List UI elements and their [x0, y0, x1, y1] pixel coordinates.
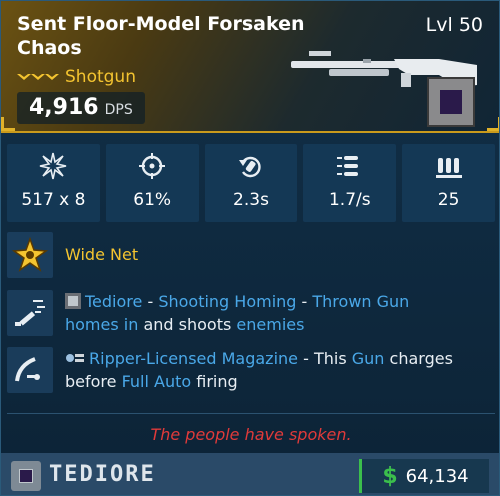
rarity-row: Shotgun	[17, 67, 136, 87]
money-icon: $	[382, 463, 398, 489]
perk-wide-net-label: Wide Net	[65, 245, 139, 264]
stat-accuracy: 61%	[105, 144, 199, 222]
stat-magazine-value: 25	[437, 190, 460, 210]
ripper-sep: - This	[298, 349, 352, 368]
damage-burst-icon	[40, 152, 67, 180]
dps-badge: 4,916 DPS	[17, 92, 145, 124]
stat-damage: 517 x 8	[7, 144, 100, 222]
magazine-ammo-icon	[435, 158, 462, 178]
dps-value: 4,916	[29, 95, 99, 120]
stat-reload-value: 2.3s	[233, 190, 269, 210]
perk-ripper-text: Ripper-Licensed Magazine - This Gun char…	[65, 347, 453, 393]
stat-fire-rate-value: 1.7/s	[328, 190, 371, 210]
item-footer: TEDIORE $ 64,134	[1, 453, 499, 495]
stat-fire-rate: 1.7/s	[303, 144, 397, 222]
charge-magazine-icon	[7, 347, 53, 393]
item-name: Sent Floor-Model Forsaken Chaos	[17, 13, 305, 59]
reload-time-icon	[238, 156, 261, 178]
corner-accent-left	[1, 117, 15, 131]
ripper-full-auto: Full Auto	[121, 372, 192, 391]
tediore-sep-2: -	[296, 292, 313, 311]
tediore-sep-1: -	[142, 292, 159, 311]
tediore-homes-in: homes in	[65, 315, 139, 334]
price-box: $ 64,134	[359, 459, 489, 493]
dps-unit: DPS	[104, 102, 133, 118]
element-box-icon	[427, 77, 475, 127]
perk-ripper: Ripper-Licensed Magazine - This Gun char…	[7, 347, 495, 393]
weapon-type: Shotgun	[65, 67, 136, 87]
tediore-brand: Tediore	[85, 292, 143, 311]
stat-magazine: 25	[402, 144, 495, 222]
ripper-charges: charges	[384, 349, 453, 368]
tediore-and-shoots: and shoots	[138, 315, 237, 334]
stat-damage-value: 517 x 8	[21, 190, 86, 210]
manufacturer-name: TEDIORE	[49, 462, 156, 487]
ripper-gun: Gun	[351, 349, 385, 368]
price-value: 64,134	[405, 465, 469, 487]
corner-accent-right	[487, 117, 499, 131]
tediore-enemies: enemies	[236, 315, 305, 334]
tediore-small-icon	[65, 293, 81, 309]
stat-accuracy-value: 61%	[133, 190, 172, 210]
ripper-name: Ripper-Licensed Magazine	[89, 349, 299, 368]
stat-reload: 2.3s	[204, 144, 298, 222]
stats-row: 517 x 8 61% 2.3s 1.7/s 25	[7, 144, 495, 222]
perk-tediore: Tediore - Shooting Homing - Thrown Gun h…	[7, 290, 495, 336]
fire-rate-icon	[336, 156, 358, 176]
item-card: Sent Floor-Model Forsaken Chaos Lvl 50 S…	[0, 0, 500, 496]
flavor-text: The people have spoken.	[150, 425, 352, 444]
ripper-firing: firing	[191, 372, 238, 391]
flavor-divider	[7, 413, 495, 414]
tediore-part-1: Shooting Homing	[158, 292, 297, 311]
crosshair-accuracy-icon	[139, 153, 166, 179]
item-level: Lvl 50	[425, 14, 483, 36]
perk-tediore-text: Tediore - Shooting Homing - Thrown Gun h…	[65, 290, 409, 336]
item-header: Sent Floor-Model Forsaken Chaos Lvl 50 S…	[1, 1, 499, 133]
legendary-chevrons-icon	[17, 74, 59, 80]
ripper-small-icon	[65, 347, 85, 362]
ripper-before: before	[65, 372, 122, 391]
tediore-part-2: Thrown Gun	[312, 292, 410, 311]
thrown-gun-icon	[7, 290, 53, 336]
perk-wide-net: Wide Net	[7, 232, 495, 278]
tediore-badge-icon	[11, 461, 41, 491]
star-burst-icon	[7, 232, 53, 278]
